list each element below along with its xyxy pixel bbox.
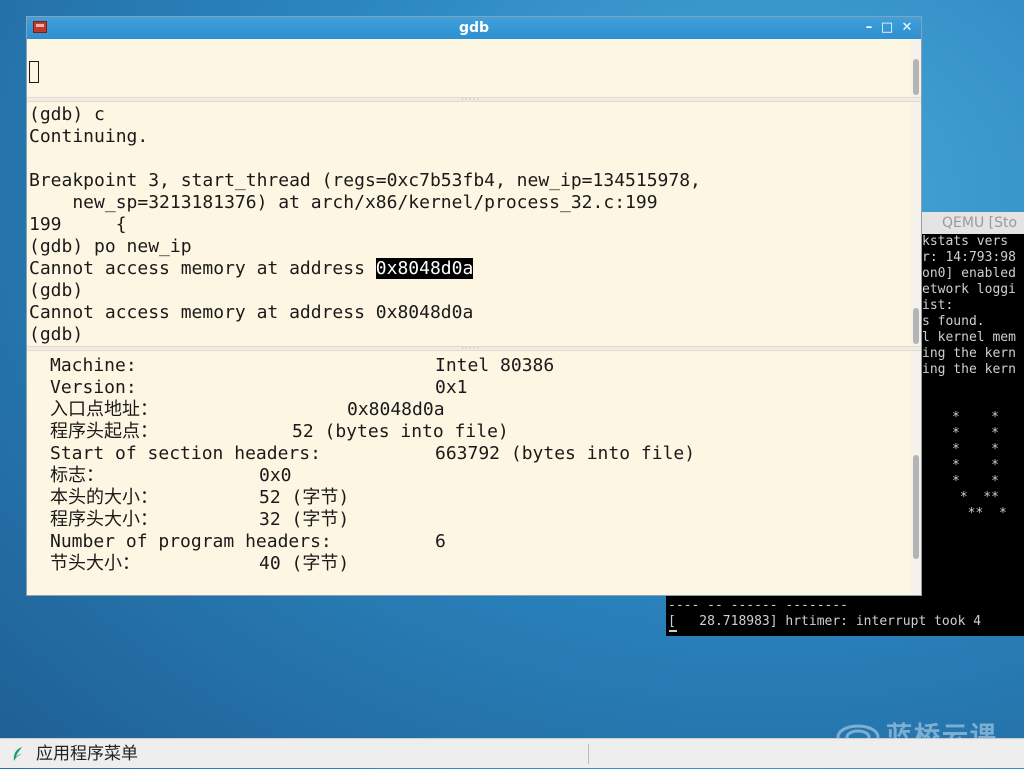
qemu-bottom-line: [ 28.718983] hrtimer: interrupt took 4 <box>668 614 982 629</box>
info-value: Intel 80386 <box>435 355 555 376</box>
info-value: 6 <box>435 531 446 552</box>
qemu-line: * * <box>952 410 999 425</box>
info-value: 0x0 <box>259 465 292 486</box>
taskbar-separator <box>588 744 589 764</box>
qemu-cut-line: ---- -- ------ -------- <box>668 598 849 613</box>
error-text: Cannot access memory at address <box>29 258 376 279</box>
info-label: 本头的大小： <box>50 487 158 508</box>
info-value: 40 (字节) <box>259 553 350 574</box>
info-scrollbar[interactable] <box>911 351 921 595</box>
console-line: (gdb) po new_ip <box>29 236 192 257</box>
info-label: 节头大小： <box>50 553 140 574</box>
console-prompt: (gdb) <box>29 324 84 345</box>
info-label: 程序头大小： <box>50 509 158 530</box>
leaf-menu-icon[interactable] <box>12 746 24 762</box>
qemu-line: etwork loggi <box>922 282 1016 297</box>
minimize-button[interactable]: – <box>861 19 877 37</box>
maximize-button[interactable]: □ <box>879 19 895 37</box>
qemu-line: ist: <box>922 298 954 313</box>
close-button[interactable]: ✕ <box>899 19 915 37</box>
qemu-cursor <box>669 630 677 632</box>
qemu-line: * * <box>952 474 999 489</box>
info-pane[interactable]: Machine: Intel 80386 Version: 0x1 入口点地址：… <box>27 351 911 595</box>
qemu-line: * * <box>952 442 999 457</box>
top-scroll-thumb[interactable] <box>913 59 919 95</box>
qemu-title[interactable]: QEMU [Sto <box>922 212 1024 234</box>
taskbar: 应用程序菜单 <box>0 738 1024 768</box>
console-line: (gdb) c <box>29 104 105 125</box>
qemu-line: ** * <box>952 506 1007 521</box>
info-value: 0x8048d0a <box>347 399 445 420</box>
console-pane[interactable]: (gdb) c Continuing. Breakpoint 3, start_… <box>27 102 911 346</box>
info-label: Start of section headers: <box>50 443 321 464</box>
info-label: Version: <box>50 377 137 398</box>
info-label: 标志： <box>50 465 104 486</box>
qemu-line: * * <box>952 458 999 473</box>
console-scroll-thumb[interactable] <box>913 308 919 344</box>
info-value: 32 (字节) <box>259 509 350 530</box>
qemu-line: r: 14:793:98 <box>922 250 1016 265</box>
top-scrollbar[interactable] <box>911 39 921 97</box>
gdb-window[interactable]: gdb – □ ✕ ····· (gdb) c Continuing. Brea… <box>26 16 922 596</box>
console-line: Continuing. <box>29 126 149 147</box>
title-bar[interactable]: gdb – □ ✕ <box>27 17 921 39</box>
text-cursor <box>29 61 39 83</box>
selected-address[interactable]: 0x8048d0a <box>375 258 474 279</box>
qemu-line: on0] enabled <box>922 266 1016 281</box>
console-line: 199 { <box>29 214 127 235</box>
info-label: Number of program headers: <box>50 531 332 552</box>
info-label: 程序头起点： <box>50 421 158 442</box>
console-line: new_sp=3213181376) at arch/x86/kernel/pr… <box>29 192 658 213</box>
qemu-line: * * <box>952 426 999 441</box>
console-error-line: Cannot access memory at address 0x8048d0… <box>29 258 474 280</box>
info-label: Machine: <box>50 355 137 376</box>
qemu-line: * ** <box>952 490 999 505</box>
qemu-line: l kernel mem <box>922 330 1016 345</box>
qemu-line: ing the kern <box>922 362 1016 377</box>
top-pane[interactable] <box>27 39 911 97</box>
info-label: 入口点地址： <box>50 399 158 420</box>
qemu-line: kstats vers <box>922 234 1009 249</box>
console-line: Breakpoint 3, start_thread (regs=0xc7b53… <box>29 170 701 191</box>
console-line: Cannot access memory at address 0x8048d0… <box>29 302 474 323</box>
info-value: 52 (字节) <box>259 487 350 508</box>
info-scroll-thumb[interactable] <box>913 455 919 559</box>
console-prompt: (gdb) <box>29 280 84 301</box>
qemu-line: ing the kern <box>922 346 1016 361</box>
info-value: 52 (bytes into file) <box>292 421 509 442</box>
window-title: gdb <box>458 20 490 36</box>
console-scrollbar[interactable] <box>911 102 921 346</box>
applications-menu-button[interactable]: 应用程序菜单 <box>36 739 138 769</box>
qemu-line: s found. <box>922 314 985 329</box>
info-value: 663792 (bytes into file) <box>435 443 696 464</box>
info-value: 0x1 <box>435 377 468 398</box>
